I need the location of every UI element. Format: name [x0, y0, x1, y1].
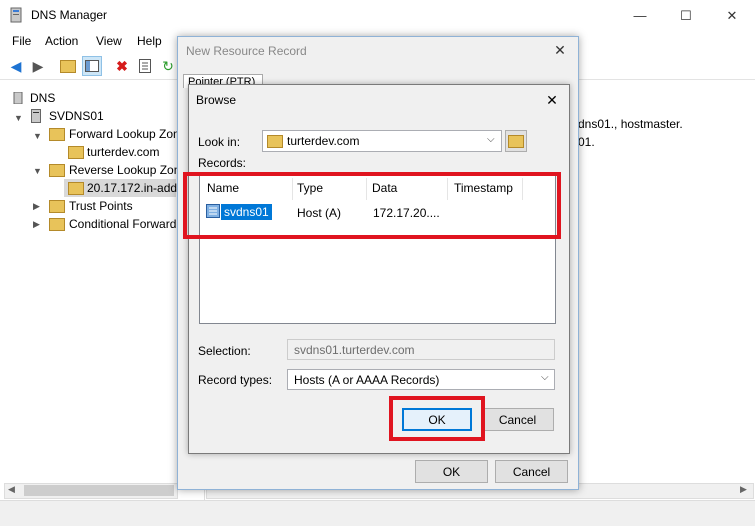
- up-folder-icon[interactable]: [58, 56, 78, 76]
- record-types-label: Record types:: [198, 373, 273, 387]
- chevron-down-icon[interactable]: ▼: [33, 131, 42, 141]
- chevron-down-icon[interactable]: ▼: [33, 166, 42, 176]
- folder-icon: [49, 218, 65, 234]
- refresh-icon[interactable]: ↻: [158, 56, 178, 76]
- up-one-level-button[interactable]: [505, 130, 527, 152]
- console-tree: [0, 80, 180, 500]
- forward-arrow-icon[interactable]: ▶: [28, 56, 48, 76]
- minimize-button[interactable]: —: [617, 0, 663, 31]
- look-in-value: turterdev.com: [287, 134, 360, 148]
- menu-action[interactable]: Action: [45, 34, 78, 48]
- folder-up-icon: [508, 134, 524, 148]
- properties-icon[interactable]: [135, 56, 155, 76]
- back-arrow-icon[interactable]: ◀: [6, 56, 26, 76]
- tree-item-server[interactable]: SVDNS01: [49, 109, 104, 123]
- scroll-left-icon[interactable]: ◀: [8, 484, 15, 495]
- browse-title: Browse: [196, 93, 237, 107]
- chevron-right-icon[interactable]: ▶: [33, 219, 40, 230]
- menu-view[interactable]: View: [96, 34, 122, 48]
- zone-icon: [68, 146, 84, 162]
- dns-root-icon: [12, 91, 24, 107]
- selection-label: Selection:: [198, 344, 251, 358]
- folder-icon: [49, 164, 65, 180]
- tree-item-conditional-forwarders[interactable]: Conditional Forward: [69, 217, 176, 231]
- tree-item-trust-points[interactable]: Trust Points: [69, 199, 133, 213]
- menu-file[interactable]: File: [12, 34, 31, 48]
- zone-icon: [68, 182, 84, 198]
- details-text-line1: dns01., hostmaster.: [578, 117, 683, 131]
- chevron-right-icon[interactable]: ▶: [33, 201, 40, 212]
- chevron-down-icon[interactable]: ▼: [14, 113, 23, 123]
- look-in-label: Look in:: [198, 135, 241, 149]
- details-text-line2: 01.: [578, 135, 595, 149]
- tree-item-forward-zone[interactable]: turterdev.com: [87, 145, 159, 159]
- record-types-dropdown[interactable]: Hosts (A or AAAA Records): [287, 369, 555, 390]
- dns-app-icon: [8, 7, 24, 23]
- tree-item-forward-lookup[interactable]: Forward Lookup Zon: [69, 127, 180, 141]
- zone-icon: [267, 135, 283, 151]
- close-icon[interactable]: ✕: [542, 90, 562, 110]
- look-in-dropdown[interactable]: turterdev.com: [262, 130, 502, 152]
- record-types-value: Hosts (A or AAAA Records): [294, 372, 440, 387]
- delete-icon[interactable]: ✖: [112, 56, 132, 76]
- maximize-button[interactable]: ☐: [663, 0, 709, 31]
- records-label: Records:: [198, 156, 247, 170]
- dialog-cancel-button[interactable]: Cancel: [495, 460, 568, 483]
- close-button[interactable]: ✕: [709, 0, 755, 31]
- status-bar: [0, 500, 755, 526]
- ok-highlight-box: [389, 396, 485, 441]
- close-icon[interactable]: ✕: [548, 40, 572, 60]
- dialog-title: New Resource Record: [186, 44, 307, 58]
- browse-cancel-button[interactable]: Cancel: [481, 408, 554, 431]
- scrollbar-thumb[interactable]: [24, 485, 174, 496]
- menu-help[interactable]: Help: [137, 34, 162, 48]
- window-title: DNS Manager: [31, 8, 108, 22]
- server-icon: [31, 109, 41, 126]
- chevron-down-icon[interactable]: ⌵: [541, 372, 549, 383]
- scroll-right-icon[interactable]: ▶: [740, 484, 747, 495]
- folder-icon: [49, 200, 65, 216]
- chevron-down-icon[interactable]: ⌵: [487, 134, 495, 145]
- folder-icon: [49, 128, 65, 144]
- dialog-ok-button[interactable]: OK: [415, 460, 488, 483]
- tree-item-dns[interactable]: DNS: [30, 91, 55, 105]
- selection-field: svdns01.turterdev.com: [287, 339, 555, 360]
- records-highlight-box: [183, 172, 561, 239]
- show-tree-icon[interactable]: [82, 56, 102, 76]
- tree-item-reverse-lookup[interactable]: Reverse Lookup Zon: [69, 163, 180, 177]
- tree-item-reverse-zone[interactable]: 20.17.172.in-addr: [87, 181, 181, 195]
